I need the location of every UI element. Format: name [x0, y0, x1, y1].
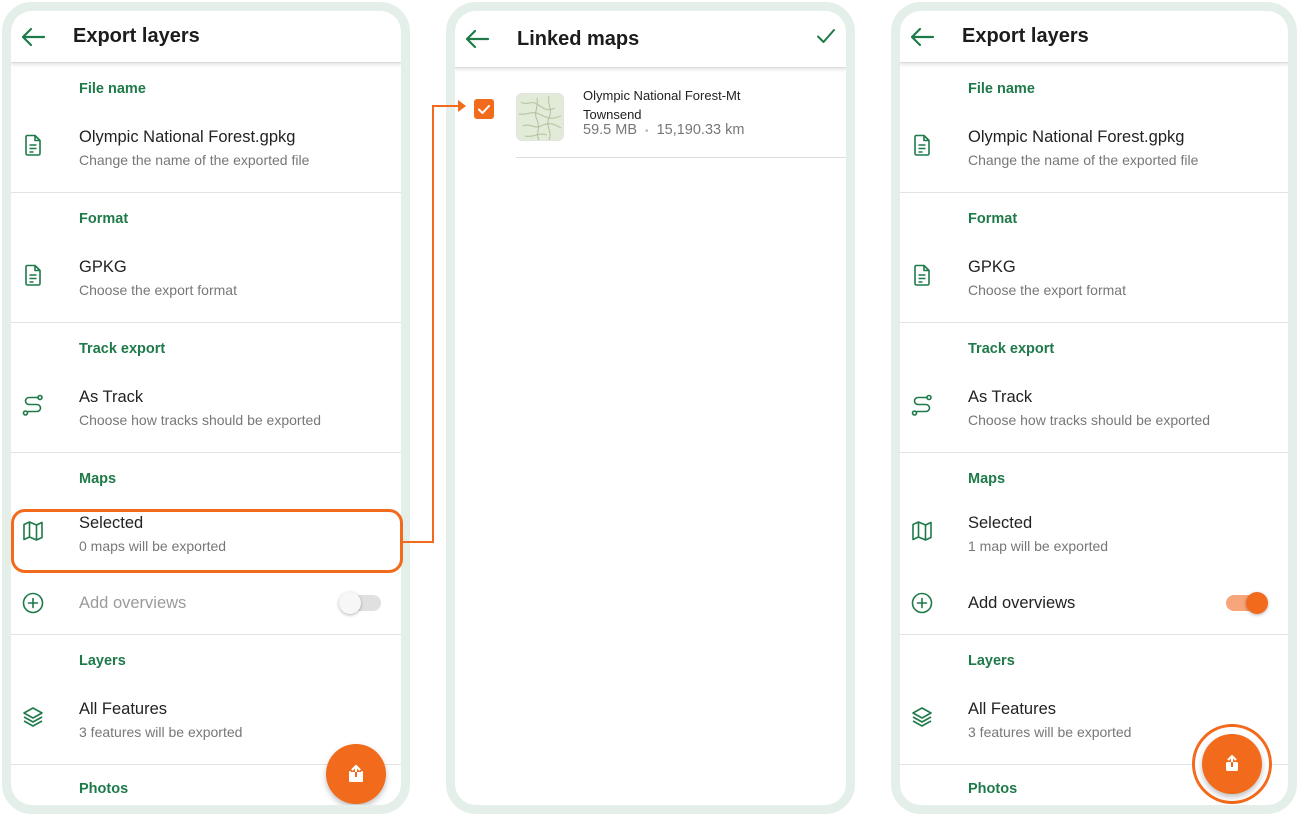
list-divider — [516, 157, 846, 158]
file-name-hint: Change the name of the exported file — [79, 152, 310, 168]
map-area: 15,190.33 km — [656, 122, 745, 138]
file-name-hint: Change the name of the exported file — [968, 152, 1199, 168]
map-icon — [912, 521, 932, 541]
confirm-button[interactable] — [814, 24, 838, 53]
export-button[interactable] — [1202, 734, 1262, 794]
section-maps: Maps — [79, 471, 117, 487]
section-layers: Layers — [79, 653, 126, 669]
section-track-export: Track export — [79, 341, 166, 357]
export-layers-screen-updated: Export layers File name Olympic National… — [891, 2, 1297, 814]
file-name-value: Olympic National Forest.gpkg — [968, 128, 1185, 146]
maps-selection-highlight — [11, 509, 403, 573]
track-export-value: As Track — [968, 388, 1033, 406]
connector-arrowhead — [458, 100, 466, 112]
share-upload-icon — [1226, 755, 1238, 771]
track-export-value: As Track — [79, 388, 144, 406]
arrow-left-icon — [465, 29, 490, 49]
meta-separator: • — [645, 126, 649, 137]
document-icon — [914, 134, 930, 156]
file-name-item[interactable]: Olympic National Forest.gpkg Change the … — [900, 117, 1288, 193]
connector-line — [432, 105, 434, 543]
add-overviews-toggle[interactable] — [339, 592, 381, 614]
arrow-left-icon — [910, 27, 935, 46]
section-format: Format — [968, 211, 1018, 227]
toggle-knob — [1246, 592, 1268, 614]
file-name-item[interactable]: Olympic National Forest.gpkg Change the … — [11, 117, 401, 193]
document-icon — [914, 264, 930, 286]
connector-line — [432, 105, 460, 107]
share-upload-icon — [349, 764, 363, 782]
section-file-name: File name — [79, 81, 146, 97]
section-file-name: File name — [968, 81, 1035, 97]
plus-circle-icon — [22, 592, 44, 614]
section-track-export: Track export — [968, 341, 1055, 357]
section-format: Format — [79, 211, 129, 227]
layers-hint: 3 features will be exported — [79, 724, 243, 740]
layers-value: All Features — [968, 700, 1057, 718]
app-bar: Linked maps — [455, 11, 846, 68]
track-export-hint: Choose how tracks should be exported — [968, 412, 1211, 428]
app-bar: Export layers — [11, 11, 401, 63]
layers-hint: 3 features will be exported — [968, 724, 1132, 740]
add-overviews-row: Add overviews — [11, 571, 401, 635]
toggle-knob — [339, 592, 361, 614]
back-button[interactable] — [11, 11, 73, 63]
add-overviews-label: Add overviews — [968, 594, 1076, 612]
track-export-item[interactable]: As Track Choose how tracks should be exp… — [900, 377, 1288, 453]
track-export-hint: Choose how tracks should be exported — [79, 412, 322, 428]
back-button[interactable] — [455, 11, 517, 68]
connector-line — [403, 541, 433, 543]
export-layers-screen-initial: Export layers File name Olympic National… — [2, 2, 410, 814]
check-icon — [478, 105, 490, 114]
export-button[interactable] — [326, 744, 386, 804]
topo-map-thumbnail-icon — [517, 94, 563, 140]
format-item[interactable]: GPKG Choose the export format — [900, 247, 1288, 323]
check-icon — [817, 29, 835, 43]
page-title: Linked maps — [517, 27, 640, 50]
arrow-left-icon — [21, 27, 46, 46]
maps-hint: 1 map will be exported — [968, 538, 1109, 554]
layers-value: All Features — [79, 700, 168, 718]
plus-circle-icon — [911, 592, 933, 614]
format-hint: Choose the export format — [968, 282, 1126, 298]
app-bar: Export layers — [900, 11, 1288, 63]
format-item[interactable]: GPKG Choose the export format — [11, 247, 401, 323]
document-icon — [25, 134, 41, 156]
map-checkbox[interactable] — [474, 99, 494, 119]
back-button[interactable] — [900, 11, 962, 63]
route-icon — [22, 394, 43, 416]
file-name-value: Olympic National Forest.gpkg — [79, 128, 296, 146]
map-size: 59.5 MB — [583, 122, 637, 138]
route-icon — [911, 394, 932, 416]
format-value: GPKG — [79, 258, 127, 276]
maps-item[interactable]: Selected 1 map will be exported — [900, 507, 1288, 571]
document-icon — [25, 264, 41, 286]
track-export-item[interactable]: As Track Choose how tracks should be exp… — [11, 377, 401, 453]
add-overviews-toggle[interactable] — [1226, 592, 1268, 614]
map-thumbnail — [516, 93, 564, 141]
layers-icon — [912, 707, 932, 727]
layers-icon — [23, 707, 43, 727]
page-title: Export layers — [73, 25, 200, 47]
section-layers: Layers — [968, 653, 1015, 669]
linked-maps-screen: Linked maps Olympic National Forest-Mt T… — [446, 2, 855, 814]
format-hint: Choose the export format — [79, 282, 237, 298]
maps-value: Selected — [968, 514, 1033, 532]
map-title: Olympic National Forest-Mt Townsend — [583, 88, 741, 122]
section-maps: Maps — [968, 471, 1006, 487]
add-overviews-row: Add overviews — [900, 571, 1288, 635]
format-value: GPKG — [968, 258, 1016, 276]
add-overviews-label: Add overviews — [79, 594, 187, 612]
map-meta: 59.5 MB • 15,190.33 km — [583, 122, 744, 138]
page-title: Export layers — [962, 25, 1089, 47]
